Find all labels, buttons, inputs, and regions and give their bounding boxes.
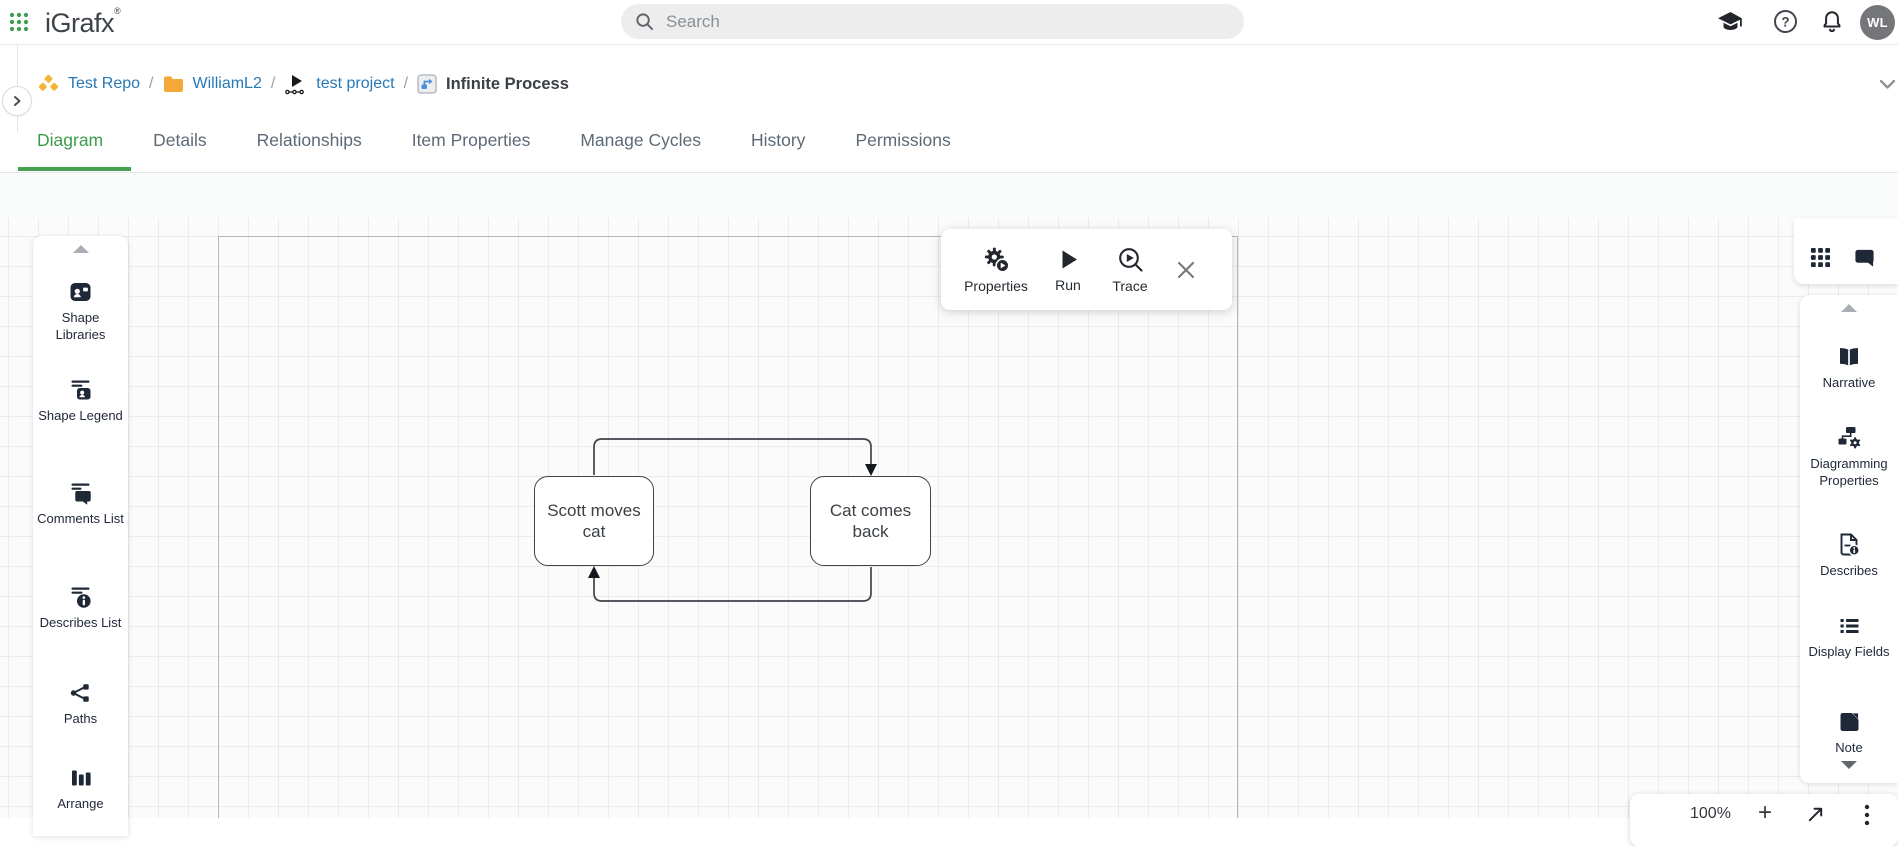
diagram-icon [417, 74, 437, 94]
trace-magnifier-icon [1117, 246, 1144, 273]
breadcrumb: Test Repo / WilliamL2 / test project / I… [38, 71, 569, 97]
tab-details[interactable]: Details [153, 130, 207, 151]
note-button[interactable]: Note [1800, 710, 1898, 757]
close-icon[interactable] [1175, 259, 1197, 281]
zoom-level-value: 100% [1690, 805, 1731, 823]
active-tab-indicator [18, 167, 131, 171]
zoom-in-button[interactable]: + [1758, 799, 1772, 827]
left-tool-panel: Shape Libraries Shape Legend Comments Li… [33, 236, 128, 836]
svg-text:?: ? [1781, 14, 1789, 29]
chevron-right-icon [11, 95, 23, 107]
notifications-bell-icon[interactable] [1820, 9, 1844, 39]
display-fields-icon [1837, 614, 1862, 638]
properties-gear-icon [983, 246, 1010, 273]
tab-permissions[interactable]: Permissions [855, 130, 950, 151]
display-fields-button[interactable]: Display Fields [1800, 614, 1898, 661]
igrafx-logo[interactable]: iGrafx® [45, 6, 120, 39]
diagramming-properties-button[interactable]: Diagramming Properties [1800, 425, 1898, 489]
run-button[interactable]: Run [1037, 247, 1099, 293]
shape-palette-grid-icon[interactable] [1810, 247, 1831, 273]
breadcrumb-separator: / [271, 75, 275, 93]
tab-manage-cycles[interactable]: Manage Cycles [580, 130, 701, 151]
global-search[interactable] [621, 4, 1244, 39]
shape-libraries-icon [68, 280, 93, 304]
diagram-toolbar: Working Draft SOP TT [0, 172, 1898, 219]
zoom-control-bar: 100% + [1630, 794, 1898, 846]
shape-legend-button[interactable]: Shape Legend [33, 378, 128, 425]
scroll-down-icon[interactable] [1841, 761, 1857, 769]
fullscreen-expand-icon[interactable] [1806, 805, 1825, 829]
search-icon [635, 12, 654, 31]
diagramming-properties-icon [1836, 425, 1862, 450]
right-mini-bar [1794, 218, 1898, 284]
tab-bar: Diagram Details Relationships Item Prope… [37, 130, 951, 151]
comments-bubble-icon[interactable] [1853, 247, 1876, 274]
tab-item-properties[interactable]: Item Properties [412, 130, 531, 151]
paths-button[interactable]: Paths [33, 681, 128, 728]
shape-libraries-button[interactable]: Shape Libraries [33, 280, 128, 343]
comments-list-button[interactable]: Comments List [33, 481, 128, 528]
breadcrumb-current-item: Infinite Process [446, 75, 569, 94]
trace-button[interactable]: Trace [1099, 246, 1161, 294]
shape-action-card: Properties Run Trace [941, 229, 1232, 310]
process-icon [284, 74, 307, 95]
describes-button[interactable]: Describes [1800, 532, 1898, 580]
scroll-up-icon[interactable] [73, 245, 89, 253]
tab-diagram[interactable]: Diagram [37, 130, 103, 151]
comments-list-icon [68, 481, 93, 505]
describes-list-icon [68, 585, 93, 609]
arrange-button[interactable]: Arrange [33, 766, 128, 813]
properties-button[interactable]: Properties [955, 246, 1037, 294]
expand-left-panel-button[interactable] [2, 86, 32, 116]
folder-icon [163, 75, 184, 93]
search-input[interactable] [664, 11, 1208, 33]
breadcrumb-separator: / [149, 75, 153, 93]
tab-relationships[interactable]: Relationships [257, 130, 362, 151]
tab-history[interactable]: History [751, 130, 805, 151]
repository-icon [38, 75, 59, 94]
describes-icon [1837, 532, 1862, 557]
flow-node-cat-comes-back[interactable]: Cat comes back [810, 476, 931, 566]
help-icon[interactable]: ? [1773, 9, 1798, 39]
narrative-icon [1836, 345, 1862, 369]
paths-icon [68, 681, 93, 705]
arrange-icon [68, 766, 93, 790]
flow-node-scott-moves-cat[interactable]: Scott moves cat [534, 476, 654, 566]
run-play-icon [1056, 247, 1081, 272]
breadcrumb-link-project[interactable]: test project [316, 75, 394, 93]
collapse-header-chevron-icon[interactable] [1879, 77, 1896, 95]
shape-legend-icon [68, 378, 93, 402]
breadcrumb-link-folder[interactable]: WilliamL2 [193, 75, 262, 93]
breadcrumb-separator: / [404, 75, 408, 93]
top-header: iGrafx® ? WL [0, 0, 1898, 45]
scroll-up-icon[interactable] [1841, 304, 1857, 312]
learning-cap-icon[interactable] [1717, 10, 1744, 39]
avatar[interactable]: WL [1860, 5, 1895, 40]
note-icon [1837, 710, 1862, 734]
breadcrumb-link-repo[interactable]: Test Repo [68, 75, 140, 93]
describes-list-button[interactable]: Describes List [33, 585, 128, 632]
app-launcher-icon[interactable] [8, 11, 30, 33]
narrative-button[interactable]: Narrative [1800, 345, 1898, 392]
right-tool-panel: Narrative Diagramming Properties Describ… [1800, 295, 1898, 783]
